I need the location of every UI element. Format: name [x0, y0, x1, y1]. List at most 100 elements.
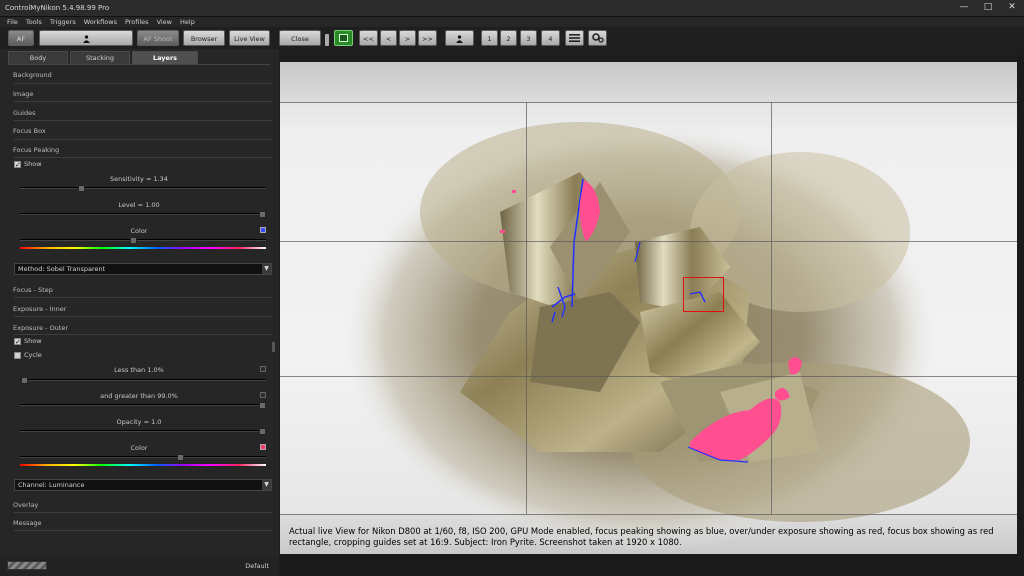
toolbar-separator: [325, 34, 329, 46]
greater-than-color-box[interactable]: [260, 392, 266, 398]
level-slider[interactable]: [20, 211, 266, 218]
live-view-canvas[interactable]: Actual live View for Nikon D800 at 1/60,…: [280, 62, 1017, 554]
first-button[interactable]: <<: [359, 30, 378, 46]
section-focus-box[interactable]: Focus Box: [13, 127, 46, 135]
divider: [14, 316, 272, 317]
focus-peaking-show-checkbox[interactable]: ✓ Show: [14, 160, 42, 168]
slider-knob[interactable]: [259, 402, 266, 409]
menu-help[interactable]: Help: [180, 17, 195, 27]
menu-tools[interactable]: Tools: [26, 17, 42, 27]
progress-indicator: [7, 561, 47, 570]
profile-label: Default: [245, 562, 269, 570]
exposure-color-slider[interactable]: [20, 454, 266, 461]
prev-button[interactable]: <: [380, 30, 397, 46]
settings-icon[interactable]: [588, 30, 607, 46]
section-focus-peaking[interactable]: Focus Peaking: [13, 146, 59, 154]
slider-knob[interactable]: [259, 428, 266, 435]
menu-view[interactable]: View: [157, 17, 172, 27]
opacity-label: Opacity = 1.0: [116, 418, 162, 426]
monitor-icon[interactable]: [334, 30, 353, 46]
caption-text: Actual live View for Nikon D800 at 1/60,…: [289, 526, 994, 547]
tab-layers[interactable]: Layers: [132, 51, 198, 64]
less-than-label: Less than 1.0%: [114, 366, 164, 374]
divider: [14, 334, 272, 335]
page-4-button[interactable]: 4: [541, 30, 560, 46]
section-exposure-outer[interactable]: Exposure - Outer: [13, 324, 68, 332]
status-bar: Default: [0, 557, 279, 576]
channel-dropdown[interactable]: Channel: Luminance ▼: [14, 479, 272, 491]
person-icon: [456, 35, 463, 43]
chevron-down-icon: ▼: [262, 480, 271, 490]
slider-knob[interactable]: [259, 211, 266, 218]
section-message[interactable]: Message: [13, 519, 42, 527]
af-button[interactable]: AF: [8, 30, 34, 46]
hue-gradient: [20, 247, 266, 249]
close-button[interactable]: Close: [279, 30, 321, 46]
section-exposure-inner[interactable]: Exposure - Inner: [13, 305, 66, 313]
section-background[interactable]: Background: [13, 71, 52, 79]
page-2-button[interactable]: 2: [500, 30, 517, 46]
less-than-color-box[interactable]: [260, 366, 266, 372]
chevron-down-icon: ▼: [262, 264, 271, 274]
slider-knob[interactable]: [130, 237, 137, 244]
peaking-color-slider[interactable]: [20, 237, 266, 244]
peaking-color-swatch[interactable]: [260, 227, 266, 233]
peaking-color-label: Color: [130, 227, 148, 235]
exposure-color-label: Color: [130, 444, 148, 452]
hue-gradient: [20, 464, 266, 466]
divider: [14, 83, 272, 84]
menu-profiles[interactable]: Profiles: [125, 17, 149, 27]
bottom-border: [280, 554, 1017, 576]
tab-stacking[interactable]: Stacking: [70, 51, 130, 64]
slider-knob[interactable]: [78, 185, 85, 192]
title-bar: ControlMyNikon 5.4.98.99 Pro — □ ✕: [0, 0, 1024, 17]
panel-scroll-handle[interactable]: [272, 342, 275, 352]
exposure-color-swatch[interactable]: [260, 444, 266, 450]
menu-file[interactable]: File: [7, 17, 18, 27]
section-guides[interactable]: Guides: [13, 109, 35, 117]
checkbox-checked: ✓: [14, 160, 21, 169]
slider-knob[interactable]: [21, 377, 28, 384]
divider: [14, 530, 272, 531]
section-focus-step[interactable]: Focus - Step: [13, 286, 53, 294]
less-than-slider[interactable]: [20, 377, 266, 384]
focus-box[interactable]: [683, 277, 724, 312]
opacity-slider[interactable]: [20, 428, 266, 435]
window-title: ControlMyNikon 5.4.98.99 Pro: [5, 4, 110, 12]
last-button[interactable]: >>: [418, 30, 437, 46]
divider: [14, 297, 272, 298]
layers-content: Background Image Guides Focus Box Focus …: [8, 64, 272, 551]
toolbar: AF AF Shoot Browser Live View Close << <…: [0, 28, 1024, 49]
panel-tabs: Body Stacking Layers: [8, 51, 200, 64]
section-overlay[interactable]: Overlay: [13, 501, 38, 509]
live-view-button[interactable]: Live View: [229, 30, 270, 46]
browser-button[interactable]: Browser: [183, 30, 225, 46]
divider: [14, 120, 272, 121]
shoot-button[interactable]: [39, 30, 133, 46]
next-button[interactable]: >: [399, 30, 416, 46]
menu-workflows[interactable]: Workflows: [84, 17, 117, 27]
greater-than-slider[interactable]: [20, 402, 266, 409]
slider-knob[interactable]: [177, 454, 184, 461]
exposure-show-checkbox[interactable]: ✓ Show: [14, 337, 42, 345]
divider: [14, 101, 272, 102]
close-window-icon[interactable]: ✕: [1000, 0, 1024, 15]
menu-icon[interactable]: [565, 30, 584, 46]
tab-body[interactable]: Body: [8, 51, 68, 64]
camera-person-button[interactable]: [445, 30, 474, 46]
sensitivity-slider[interactable]: [20, 185, 266, 192]
menu-bar: File Tools Triggers Workflows Profiles V…: [0, 17, 1024, 27]
maximize-icon[interactable]: □: [976, 0, 1000, 15]
menu-triggers[interactable]: Triggers: [50, 17, 76, 27]
minimize-icon[interactable]: —: [952, 0, 976, 15]
page-1-button[interactable]: 1: [481, 30, 498, 46]
guide-line: [280, 102, 1017, 103]
guide-line: [526, 102, 527, 514]
subject-image: [340, 122, 970, 552]
section-image[interactable]: Image: [13, 90, 33, 98]
exposure-cycle-checkbox[interactable]: Cycle: [14, 351, 42, 359]
af-shoot-button[interactable]: AF Shoot: [137, 30, 179, 46]
guide-line: [280, 376, 1017, 377]
page-3-button[interactable]: 3: [520, 30, 537, 46]
method-dropdown[interactable]: Method: Sobel Transparent ▼: [14, 263, 272, 275]
